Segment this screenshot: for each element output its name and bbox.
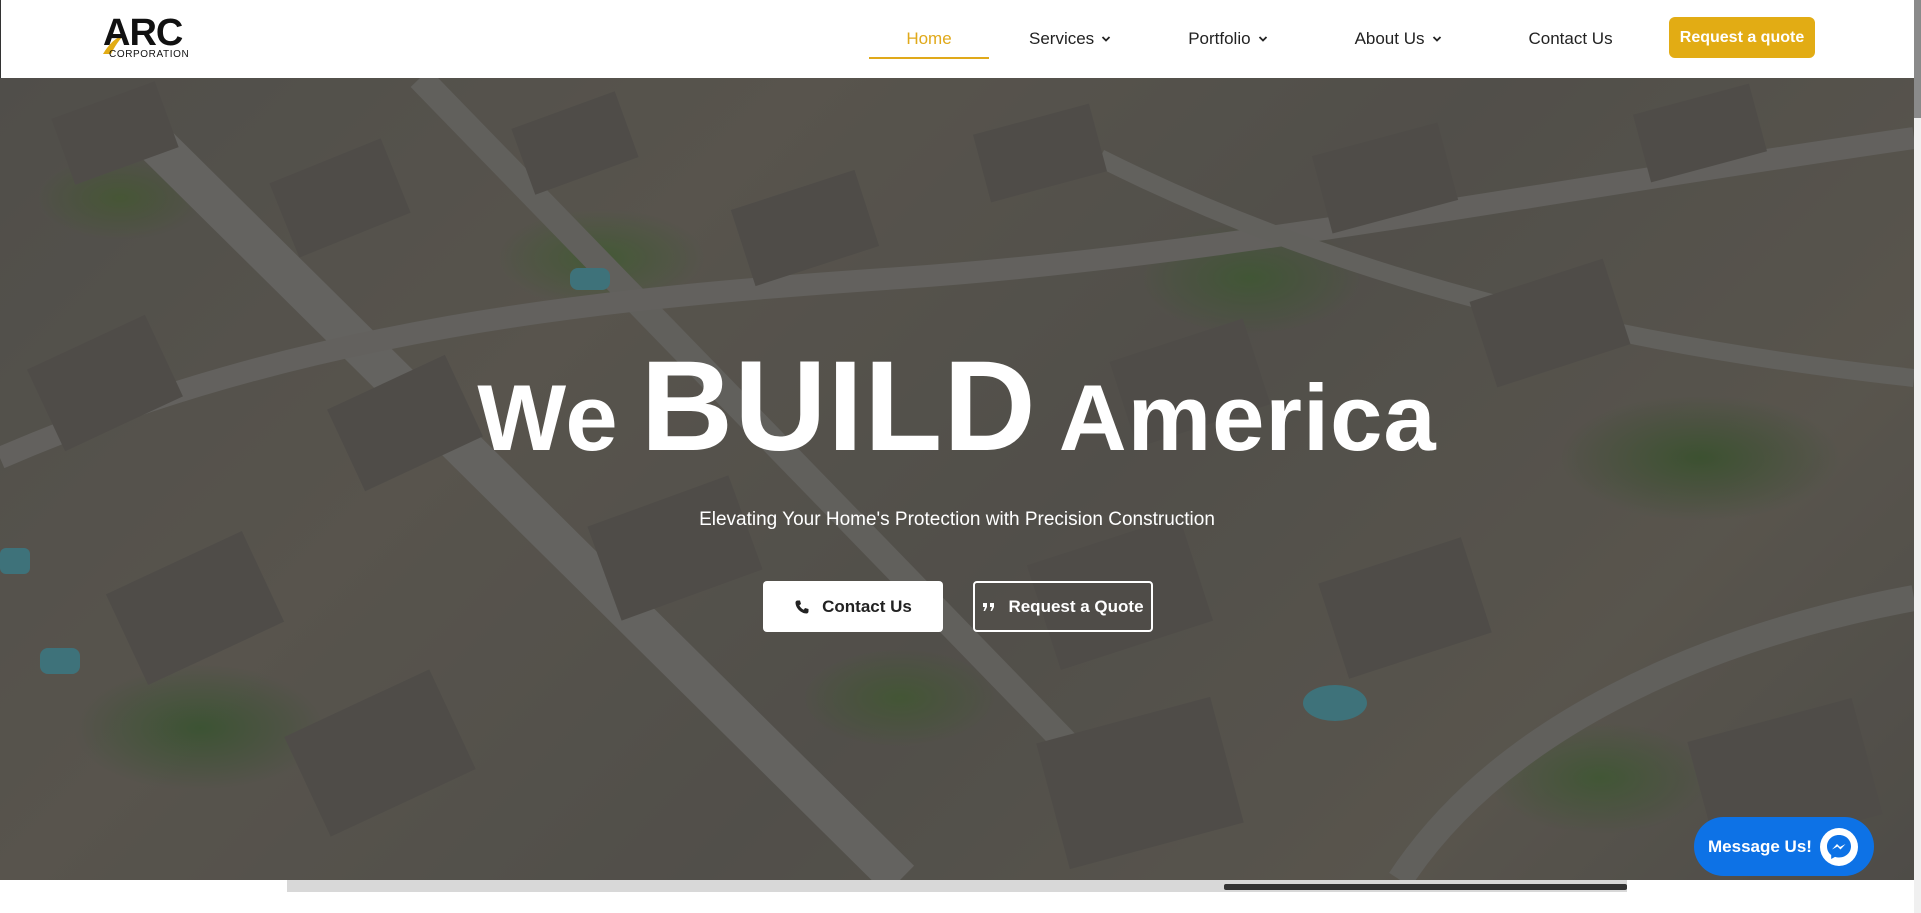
nav-services[interactable]: Services	[1029, 0, 1111, 78]
messenger-label: Message Us!	[1708, 836, 1812, 856]
hero-request-quote-label: Request a Quote	[1008, 596, 1144, 616]
nav-about-us-label: About Us	[1354, 29, 1425, 48]
nav-services-label: Services	[1029, 29, 1095, 48]
nav-home[interactable]: Home	[869, 0, 989, 78]
messenger-chat-button[interactable]: Message Us!	[1694, 817, 1874, 876]
messenger-icon	[1820, 828, 1858, 866]
site-header: ARC CORPORATION Home Services Portfolio …	[0, 0, 1921, 78]
hero-subtitle: Elevating Your Home's Protection with Pr…	[699, 509, 1215, 530]
hero-request-quote-button[interactable]: Request a Quote	[973, 581, 1153, 632]
phone-icon	[795, 600, 809, 613]
main-nav: Home Services Portfolio About Us Contact…	[869, 0, 1613, 78]
hero-contact-us-button[interactable]: Contact Us	[763, 581, 943, 632]
nav-home-label: Home	[906, 29, 952, 48]
nav-contact-us[interactable]: Contact Us	[1529, 0, 1613, 78]
hero-title-word-3: America	[1058, 365, 1437, 470]
hero-title-word-1: We	[477, 365, 619, 470]
logo-tagline: CORPORATION	[109, 49, 190, 60]
hero-section: We BUILD America Elevating Your Home's Pro…	[0, 78, 1914, 880]
arc-logo[interactable]: ARC CORPORATION	[101, 14, 205, 60]
nav-portfolio-label: Portfolio	[1188, 29, 1251, 48]
nav-contact-us-label: Contact Us	[1528, 29, 1613, 48]
nav-about-us[interactable]: About Us	[1355, 0, 1442, 78]
chevron-down-icon	[1258, 36, 1267, 42]
page-scrollbar-thumb[interactable]	[1914, 0, 1921, 118]
chevron-down-icon	[1102, 36, 1111, 42]
nav-portfolio[interactable]: Portfolio	[1188, 0, 1267, 78]
request-quote-button[interactable]: Request a quote	[1669, 17, 1815, 58]
logo-wordmark: ARC	[103, 12, 183, 54]
hero-contact-us-label: Contact Us	[822, 596, 912, 616]
hero-title: We BUILD America	[0, 333, 1914, 480]
quote-icon	[983, 602, 995, 611]
page-scrollbar-track[interactable]	[1914, 0, 1921, 913]
chevron-down-icon	[1432, 36, 1441, 42]
hero-title-word-2: BUILD	[640, 335, 1037, 478]
carousel-scroll-thumb[interactable]	[1224, 884, 1627, 890]
